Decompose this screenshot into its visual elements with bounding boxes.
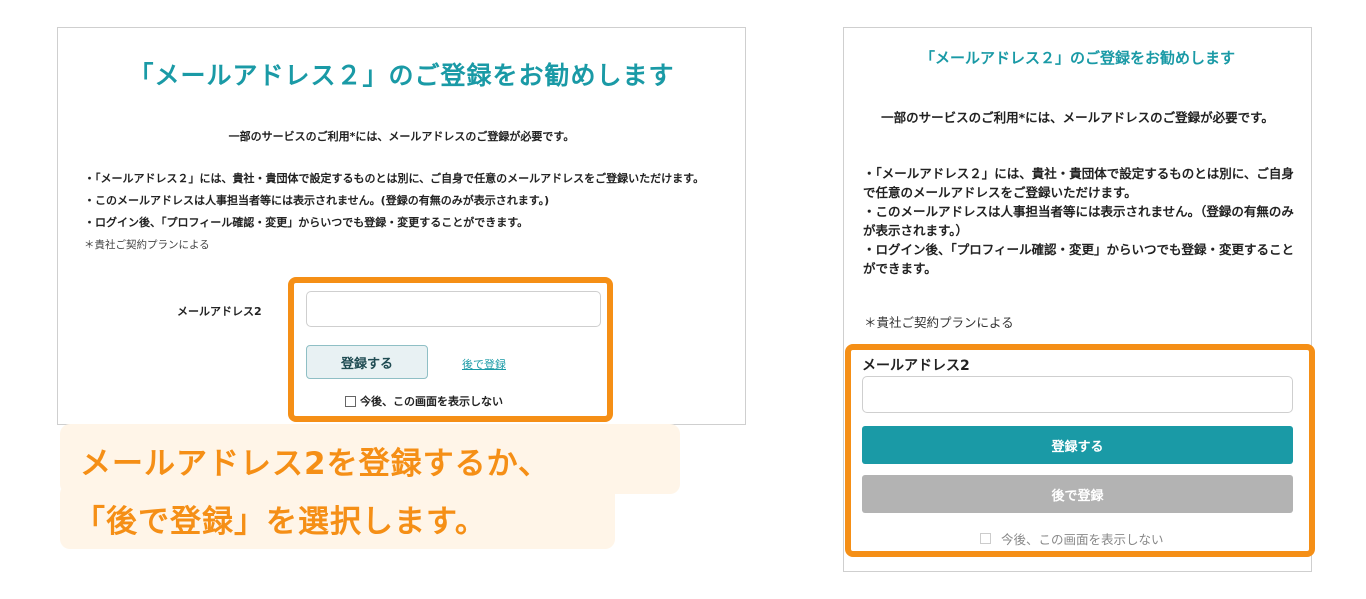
intro-text: 一部のサービスのご利用*には、メールアドレスのご登録が必要です。: [881, 110, 1274, 125]
highlight-frame-desktop: [288, 277, 613, 422]
info-bullets: ・「メールアドレス２」には、貴社・貴団体で設定するものとは別に、ご自身で任意のメ…: [863, 164, 1303, 278]
bullet-item: ・「メールアドレス２」には、貴社・貴団体で設定するものとは別に、ご自身で任意のメ…: [863, 166, 1294, 200]
intro-text: 一部のサービスのご利用*には、メールアドレスのご登録が必要です。: [228, 130, 575, 143]
page-title: 「メールアドレス２」のご登録をお勧めします: [128, 61, 675, 90]
bullet-item: ・「メールアドレス２」には、貴社・貴団体で設定するものとは別に、ご自身で任意のメ…: [84, 172, 705, 185]
page-title: 「メールアドレス２」のご登録をお勧めします: [919, 49, 1235, 67]
instruction-callout: メールアドレス2を登録するか、 「後で登録」を選択します。: [60, 424, 680, 549]
highlight-frame-mobile: [845, 344, 1315, 557]
bullet-item: ・このメールアドレスは人事担当者等には表示されません。(登録の有無のみが表示され…: [84, 194, 550, 207]
bullet-item: ・このメールアドレスは人事担当者等には表示されません。（登録の有無のみが表示され…: [863, 204, 1294, 238]
plan-note: ＊貴社ご契約プランによる: [84, 239, 210, 251]
tutorial-stage: 「メールアドレス２」のご登録をお勧めします 一部のサービスのご利用*には、メール…: [0, 0, 1366, 599]
plan-note: ＊貴社ご契約プランによる: [864, 315, 1014, 330]
info-bullets: ・「メールアドレス２」には、貴社・貴団体で設定するものとは別に、ご自身で任意のメ…: [84, 168, 704, 256]
callout-line-2: 「後で登録」を選択します。: [74, 504, 487, 540]
bullet-item: ・ログイン後、「プロフィール確認・変更」からいつでも登録・変更することができます…: [863, 242, 1295, 276]
callout-line-1: メールアドレス2を登録するか、: [80, 446, 550, 482]
bullet-item: ・ログイン後、「プロフィール確認・変更」からいつでも登録・変更することができます…: [84, 216, 529, 229]
email2-label: メールアドレス2: [177, 305, 262, 318]
